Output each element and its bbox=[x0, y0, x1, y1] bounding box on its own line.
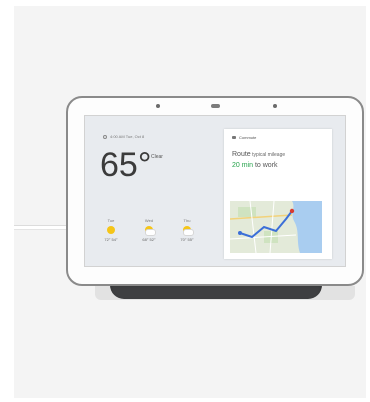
power-cable bbox=[14, 225, 70, 230]
car-icon bbox=[232, 136, 236, 139]
forecast-day-label: Thu bbox=[183, 218, 191, 223]
sun-icon bbox=[107, 226, 116, 235]
forecast-day: Thu 70° 55° bbox=[173, 218, 201, 242]
eta-suffix: to work bbox=[253, 162, 278, 169]
forecast-temps: 72° 54° bbox=[104, 237, 118, 242]
status-text: 4:00 AM Tue, Oct 8 bbox=[110, 134, 145, 139]
route-map-graphic bbox=[230, 201, 322, 253]
route-label: Route bbox=[232, 151, 251, 158]
commute-card[interactable]: Commute Route typical mileage 20 min to … bbox=[224, 129, 332, 259]
commute-heading-text: Commute bbox=[239, 135, 257, 140]
forecast-temps: 68° 52° bbox=[142, 237, 156, 242]
forecast-day-label: Wed bbox=[144, 218, 154, 223]
partly-cloudy-icon bbox=[144, 226, 156, 236]
commute-heading: Commute bbox=[232, 135, 256, 140]
partly-cloudy-icon bbox=[182, 226, 194, 236]
eta-line: 20 min to work bbox=[232, 162, 278, 169]
display-screen: 4:00 AM Tue, Oct 8 65° Clear Tue 72° 54°… bbox=[84, 115, 346, 267]
camera-sensor bbox=[211, 104, 220, 108]
route-map bbox=[230, 201, 322, 253]
route-detail: typical mileage bbox=[250, 152, 286, 158]
eta-value: 20 min bbox=[232, 162, 254, 169]
forecast-temps: 70° 55° bbox=[180, 237, 194, 242]
forecast-day-label: Tue bbox=[107, 218, 115, 223]
sensor-dot-right bbox=[273, 104, 277, 108]
forecast-day: Tue 72° 54° bbox=[97, 218, 125, 242]
route-line: Route typical mileage bbox=[232, 151, 285, 158]
clock-icon bbox=[103, 134, 107, 139]
sensor-dot-left bbox=[156, 104, 160, 108]
weather-condition: Clear bbox=[151, 154, 163, 160]
forecast-day: Wed 68° 52° bbox=[135, 218, 163, 242]
current-temperature: 65° bbox=[100, 146, 152, 184]
status-line: 4:00 AM Tue, Oct 8 bbox=[103, 134, 144, 139]
